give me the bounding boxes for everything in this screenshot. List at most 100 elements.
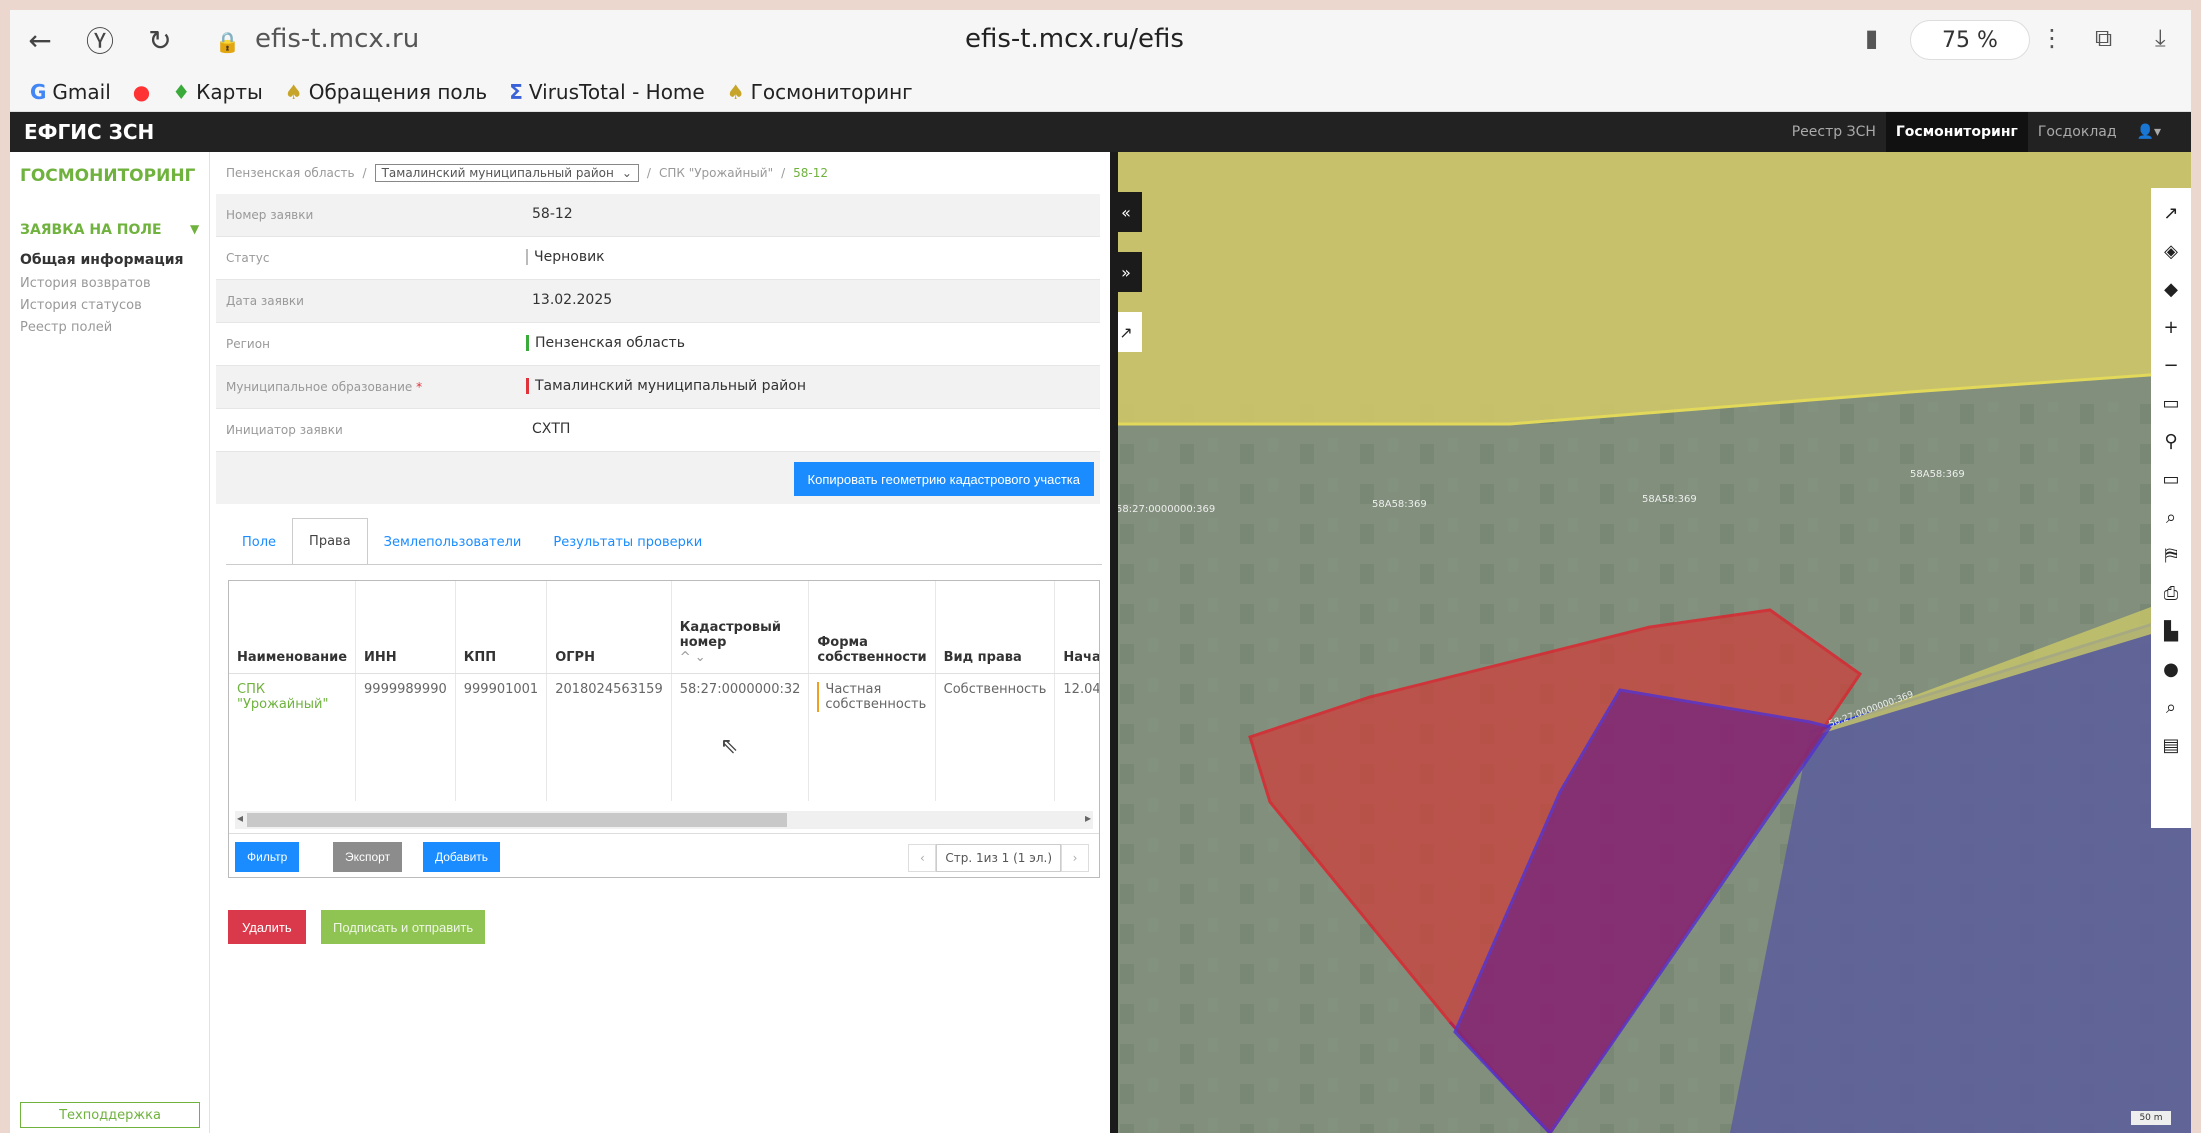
- col-ogrn[interactable]: ОГРН: [546, 581, 672, 674]
- copy-geometry-bar: Копировать геометрию кадастрового участк…: [216, 452, 1100, 504]
- col-ownership[interactable]: Форма собственности: [808, 581, 936, 674]
- map-view[interactable]: 58:27:0000000:369 58А58:369 58А58:369 58…: [1110, 152, 2191, 1133]
- bookmark-gmail[interactable]: G Gmail: [30, 80, 111, 104]
- print-icon[interactable]: ⎙: [2164, 574, 2178, 612]
- svg-text:58А58:369: 58А58:369: [1910, 469, 1965, 480]
- scroll-right-icon[interactable]: ▸: [1085, 811, 1091, 825]
- mouse-cursor-icon: ⇖: [720, 734, 739, 759]
- next-page-icon[interactable]: ›: [1061, 844, 1089, 872]
- sidebar-item-fields[interactable]: Реестр полей: [20, 320, 112, 335]
- col-kpp[interactable]: КПП: [455, 581, 548, 674]
- app-header: ЕФГИС ЗСН Реестр ЗСН Госмониторинг Госдо…: [10, 112, 2191, 152]
- menu-dots-icon[interactable]: ⋮: [2040, 24, 2064, 52]
- col-start[interactable]: Нача: [1054, 581, 1099, 674]
- svg-text:58:27:0000000:369: 58:27:0000000:369: [1116, 504, 1215, 515]
- zoom-in-icon[interactable]: +: [2163, 308, 2178, 346]
- delete-button[interactable]: Удалить: [228, 910, 306, 944]
- sidebar-item-status-history[interactable]: История статусов: [20, 298, 142, 313]
- bookmark-icon[interactable]: ▮: [1865, 24, 1878, 52]
- table-footer: Фильтр Экспорт Добавить ‹ Стр. 1из 1 (1 …: [229, 833, 1099, 877]
- tab-check-results[interactable]: Результаты проверки: [537, 520, 718, 564]
- zoom-out-icon[interactable]: −: [2163, 346, 2178, 384]
- table-row[interactable]: СПК "Урожайный" 9999989990 999901001 201…: [229, 673, 1099, 801]
- breadcrumb-number: 58-12: [793, 166, 829, 180]
- ruler-icon[interactable]: ▭: [2162, 384, 2179, 422]
- add-button[interactable]: Добавить: [423, 842, 501, 872]
- browser-toolbar: ← Ⓨ ↻ 🔒 efis-t.mcx.ru efis-t.mcx.ru/efis…: [10, 10, 2191, 72]
- bookmark-gosmonitoring[interactable]: ♠ Госмониторинг: [727, 80, 913, 104]
- tab-field[interactable]: Поле: [226, 520, 292, 564]
- scrollbar-thumb[interactable]: [247, 813, 787, 827]
- tab-rights[interactable]: Права: [292, 518, 368, 564]
- sidebar-item-returns[interactable]: История возвратов: [20, 276, 151, 291]
- tab-land-users[interactable]: Землепользователи: [368, 520, 538, 564]
- magnifier-icon[interactable]: ⌕: [2166, 498, 2176, 536]
- menu-gosdoklad[interactable]: Госдоклад: [2028, 112, 2127, 152]
- municipality-value[interactable]: Тамалинский муниципальный район: [526, 378, 806, 394]
- copy-geometry-button[interactable]: Копировать геометрию кадастрового участк…: [793, 462, 1094, 496]
- breadcrumb-org[interactable]: СПК "Урожайный": [659, 166, 773, 180]
- support-button[interactable]: Техподдержка: [20, 1102, 200, 1128]
- bookmark-yandex[interactable]: ●: [133, 80, 150, 104]
- emblem-icon: ♠: [284, 79, 303, 104]
- scroll-left-icon[interactable]: ◂: [237, 811, 243, 825]
- user-icon[interactable]: 👤▾: [2127, 112, 2171, 152]
- map-pin-icon: ♦: [172, 79, 191, 104]
- breadcrumb-region[interactable]: Пензенская область: [226, 166, 355, 180]
- col-cadastral[interactable]: Кадастровый номер ^ ⌄: [671, 581, 810, 674]
- sort-icon[interactable]: ^ ⌄: [680, 650, 706, 665]
- sidebar-item-general[interactable]: Общая информация: [20, 252, 184, 268]
- legend-icon[interactable]: ▤: [2162, 726, 2179, 764]
- external-link-icon[interactable]: ↗: [2163, 194, 2178, 232]
- cell-name[interactable]: СПК "Урожайный": [229, 673, 357, 801]
- col-inn[interactable]: ИНН: [355, 581, 456, 674]
- search-icon[interactable]: ⌕: [2166, 688, 2176, 726]
- menu-registry[interactable]: Реестр ЗСН: [1782, 112, 1886, 152]
- svg-text:58А58:369: 58А58:369: [1642, 494, 1697, 505]
- cell-ownership: Частная собственность: [808, 673, 936, 801]
- map-splitter[interactable]: [1110, 152, 1118, 1133]
- layer-stack-icon[interactable]: ◆: [2164, 270, 2178, 308]
- top-menu: Реестр ЗСН Госмониторинг Госдоклад 👤▾: [1782, 112, 2171, 152]
- menu-gosmonitoring[interactable]: Госмониторинг: [1885, 112, 2028, 152]
- reload-icon[interactable]: ↻: [140, 20, 180, 60]
- horizontal-scrollbar[interactable]: ◂ ▸: [235, 811, 1093, 829]
- pin-icon[interactable]: ⚲: [2164, 422, 2177, 460]
- sidebar-section[interactable]: ЗАЯВКА НА ПОЛЕ: [20, 222, 162, 238]
- district-select[interactable]: Тамалинский муниципальный район ⌄: [374, 164, 639, 182]
- region-value[interactable]: Пензенская область: [526, 335, 685, 351]
- back-icon[interactable]: ←: [20, 20, 60, 60]
- zoom-indicator[interactable]: 75 %: [1910, 20, 2030, 60]
- prev-page-icon[interactable]: ‹: [908, 844, 937, 872]
- bookmark-maps[interactable]: ♦ Карты: [172, 80, 263, 104]
- layers-icon[interactable]: ◈: [2164, 232, 2178, 270]
- chevron-down-icon[interactable]: ▼: [190, 222, 199, 236]
- cell-ogrn: 2018024563159: [546, 673, 672, 801]
- zoom-level: 75 %: [1942, 27, 1998, 53]
- form-row-date: Дата заявки 13.02.2025: [216, 280, 1100, 323]
- app-logo[interactable]: ЕФГИС ЗСН: [24, 120, 154, 144]
- cell-kpp: 999901001: [455, 673, 548, 801]
- lock-icon: 🔒: [215, 30, 240, 54]
- emblem-icon: ♠: [726, 79, 745, 104]
- google-icon: G: [30, 79, 47, 104]
- extensions-icon[interactable]: ⧉: [2095, 24, 2112, 52]
- tabs: Поле Права Землепользователи Результаты …: [226, 518, 718, 564]
- sign-and-send-button[interactable]: Подписать и отправить: [321, 910, 486, 944]
- bookmark-map-icon[interactable]: ⛿: [2164, 536, 2177, 574]
- location-icon[interactable]: ●: [2163, 650, 2179, 688]
- bookmark-appeals[interactable]: ♠ Обращения поль: [285, 80, 487, 104]
- bookmark-virustotal[interactable]: Σ VirusTotal - Home: [509, 80, 705, 104]
- measure-icon[interactable]: ▭: [2162, 460, 2179, 498]
- col-right-type[interactable]: Вид права: [935, 581, 1056, 674]
- yandex-icon: ●: [132, 79, 151, 104]
- map-canvas[interactable]: 58:27:0000000:369 58А58:369 58А58:369 58…: [1110, 152, 2191, 1133]
- url-title[interactable]: efis-t.mcx.ru/efis: [965, 24, 1184, 54]
- buildings-icon[interactable]: ▙: [2164, 612, 2178, 650]
- export-button[interactable]: Экспорт: [333, 842, 403, 872]
- url-domain[interactable]: efis-t.mcx.ru: [255, 24, 419, 54]
- download-icon[interactable]: ⤓: [2155, 24, 2166, 52]
- col-name[interactable]: Наименование: [229, 581, 357, 674]
- filter-button[interactable]: Фильтр: [235, 842, 300, 872]
- yandex-icon[interactable]: Ⓨ: [80, 20, 120, 60]
